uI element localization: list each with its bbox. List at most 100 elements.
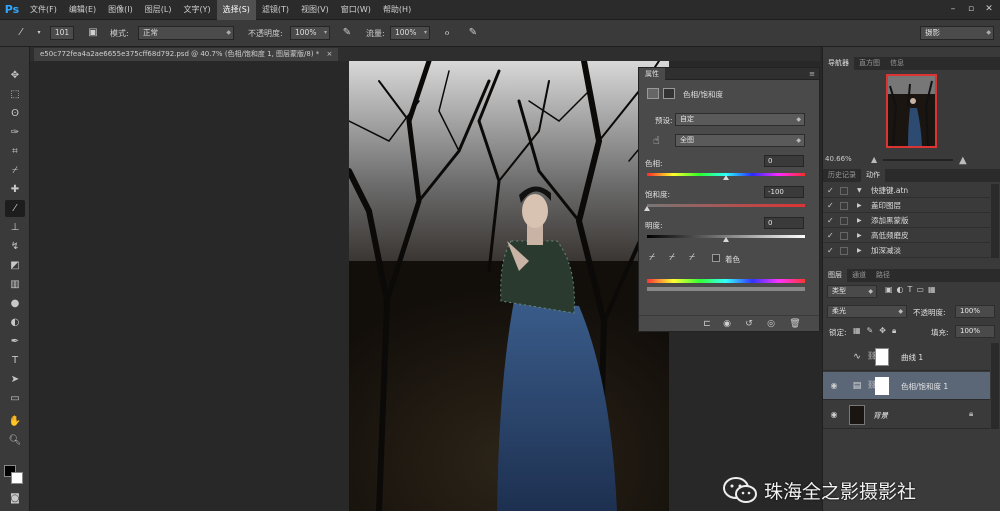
lock-icons[interactable]: ▦✎✥🔒︎ <box>853 326 902 336</box>
action-row[interactable]: ✓ ▶ 高低频磨皮 <box>823 229 990 243</box>
properties-tab[interactable]: 属性 <box>639 68 665 80</box>
blend-mode-select[interactable]: 柔光 ◆ <box>827 305 907 318</box>
action-row[interactable]: ✓ ▶ 添加黑蒙版 <box>823 214 990 228</box>
pen-tool-icon[interactable]: ✒ <box>5 333 25 350</box>
opacity-input[interactable]: 100% ▾ <box>290 26 330 40</box>
expand-icon[interactable]: ▶ <box>857 199 862 213</box>
mask-icon[interactable] <box>663 88 675 99</box>
eyedropper-tool-icon[interactable]: ⌿ <box>5 162 25 179</box>
tab-info[interactable]: 信息 <box>885 57 909 70</box>
zoom-out-icon[interactable]: ▲ <box>871 155 877 164</box>
action-row[interactable]: ✓ ▶ 盖印图层 <box>823 199 990 213</box>
menu-edit[interactable]: 编辑(E) <box>63 0 102 20</box>
action-row[interactable]: ✓ ▶ 加深减淡 <box>823 244 990 258</box>
lasso-tool-icon[interactable]: ʘ <box>5 105 25 122</box>
path-select-tool-icon[interactable]: ➤ <box>5 371 25 388</box>
pressure-size-icon[interactable]: ✎ <box>466 26 480 40</box>
delete-icon[interactable]: 🗑︎ <box>789 318 801 330</box>
folder-expand-icon[interactable]: ▼ <box>857 184 862 198</box>
hue-slider-thumb[interactable] <box>723 175 729 180</box>
brush-tool-icon[interactable]: ⁄ <box>5 200 25 217</box>
maximize-icon[interactable]: ▫ <box>964 2 978 16</box>
saturation-slider-track[interactable] <box>647 204 805 207</box>
hand-tool-icon[interactable]: ✋ <box>5 413 25 430</box>
preset-select[interactable]: 自定 ◆ <box>675 113 805 126</box>
dialog-toggle-box[interactable] <box>840 187 848 195</box>
minimize-icon[interactable]: – <box>946 2 960 16</box>
layer-row-curves[interactable]: ∿ ⛓︎ 曲线 1 <box>823 343 990 371</box>
airbrush-icon[interactable]: ℴ <box>440 26 454 40</box>
fill-input[interactable]: 100% <box>955 325 995 338</box>
gradient-tool-icon[interactable]: ▥ <box>5 276 25 293</box>
check-icon[interactable]: ✓ <box>827 229 834 243</box>
menu-view[interactable]: 视图(V) <box>295 0 335 20</box>
channel-select[interactable]: 全图 ◆ <box>675 134 805 147</box>
quick-mask-icon[interactable]: ◙ <box>5 490 25 507</box>
menu-filter[interactable]: 滤镜(T) <box>256 0 295 20</box>
chevron-down-icon[interactable]: ▾ <box>32 26 46 40</box>
close-icon[interactable]: ✕ <box>982 2 996 16</box>
quick-select-tool-icon[interactable]: ✑ <box>5 124 25 141</box>
expand-icon[interactable]: ▶ <box>857 229 862 243</box>
menu-help[interactable]: 帮助(H) <box>377 0 417 20</box>
close-tab-icon[interactable]: × <box>327 50 333 58</box>
brush-size-picker[interactable]: 101 <box>50 26 74 40</box>
menu-layer[interactable]: 图层(L) <box>139 0 178 20</box>
pressure-opacity-icon[interactable]: ✎ <box>340 26 354 40</box>
layer-row-background[interactable]: ◉ 背景 🔒︎ <box>823 401 990 429</box>
tab-history[interactable]: 历史记录 <box>823 169 861 182</box>
menu-type[interactable]: 文字(Y) <box>177 0 216 20</box>
menu-select[interactable]: 选择(S) <box>216 0 256 20</box>
check-icon[interactable]: ✓ <box>827 244 834 258</box>
tab-histogram[interactable]: 直方图 <box>854 57 885 70</box>
visibility-icon[interactable]: ◎ <box>765 318 777 330</box>
eyedropper-subtract-icon[interactable]: ⌿ <box>689 252 695 263</box>
colorize-checkbox[interactable] <box>712 254 720 262</box>
background-color-swatch[interactable] <box>11 472 23 484</box>
brush-panel-toggle-icon[interactable]: ▣ <box>86 26 100 40</box>
tab-actions[interactable]: 动作 <box>861 169 885 182</box>
tab-navigator[interactable]: 导航器 <box>823 57 854 70</box>
expand-icon[interactable]: ▶ <box>857 244 862 258</box>
menu-window[interactable]: 窗口(W) <box>335 0 377 20</box>
lightness-slider-thumb[interactable] <box>723 237 729 242</box>
check-icon[interactable]: ✓ <box>827 199 834 213</box>
visibility-icon[interactable]: ◉ <box>829 381 839 391</box>
mode-select[interactable]: 正常 ◆ <box>138 26 234 40</box>
panel-menu-icon[interactable]: ≡ <box>809 68 815 80</box>
zoom-tool-icon[interactable]: 🔍︎ <box>5 432 25 449</box>
flow-input[interactable]: 100% ▾ <box>390 26 430 40</box>
visibility-icon[interactable]: ◉ <box>829 410 839 420</box>
dialog-toggle-box[interactable] <box>840 202 848 210</box>
document-tab[interactable]: e50c772fea4a2ae6655e375cff68d792.psd @ 4… <box>34 48 339 61</box>
view-previous-icon[interactable]: ◉ <box>721 318 733 330</box>
layer-opacity-input[interactable]: 100% <box>955 305 995 318</box>
layer-filter-icons[interactable]: ▣◐T▭▦ <box>885 285 940 294</box>
check-icon[interactable]: ✓ <box>827 184 834 198</box>
layer-mask-thumbnail[interactable] <box>875 377 889 395</box>
eraser-tool-icon[interactable]: ◩ <box>5 257 25 274</box>
layer-mask-thumbnail[interactable] <box>875 348 889 366</box>
layers-scrollbar[interactable] <box>991 343 999 429</box>
crop-tool-icon[interactable]: ⌗ <box>5 143 25 160</box>
document-photo[interactable] <box>349 61 669 511</box>
zoom-in-icon[interactable]: ▲ <box>959 155 967 166</box>
marquee-tool-icon[interactable]: ⬚ <box>5 86 25 103</box>
type-tool-icon[interactable]: T <box>5 352 25 369</box>
menu-file[interactable]: 文件(F) <box>24 0 63 20</box>
hue-input[interactable]: 0 <box>764 155 804 167</box>
brush-tool-icon[interactable]: ⁄ <box>14 26 28 40</box>
eyedropper-icon[interactable]: ⌿ <box>649 252 655 263</box>
eyedropper-add-icon[interactable]: ⌿ <box>669 252 675 263</box>
clip-to-layer-icon[interactable]: ⊏ <box>701 318 713 330</box>
reset-icon[interactable]: ↺ <box>743 318 755 330</box>
dialog-toggle-box[interactable] <box>840 217 848 225</box>
layer-row-hue-saturation[interactable]: ◉ ▤ ⛓︎ 色相/饱和度 1 <box>823 372 990 400</box>
action-set-row[interactable]: ✓ ▼ 快捷键.atn <box>823 184 990 198</box>
visibility-off-icon[interactable] <box>829 352 839 362</box>
shape-tool-icon[interactable]: ▭ <box>5 390 25 407</box>
lightness-input[interactable]: 0 <box>764 217 804 229</box>
blur-tool-icon[interactable]: ● <box>5 295 25 312</box>
dodge-tool-icon[interactable]: ◐ <box>5 314 25 331</box>
dialog-toggle-box[interactable] <box>840 232 848 240</box>
